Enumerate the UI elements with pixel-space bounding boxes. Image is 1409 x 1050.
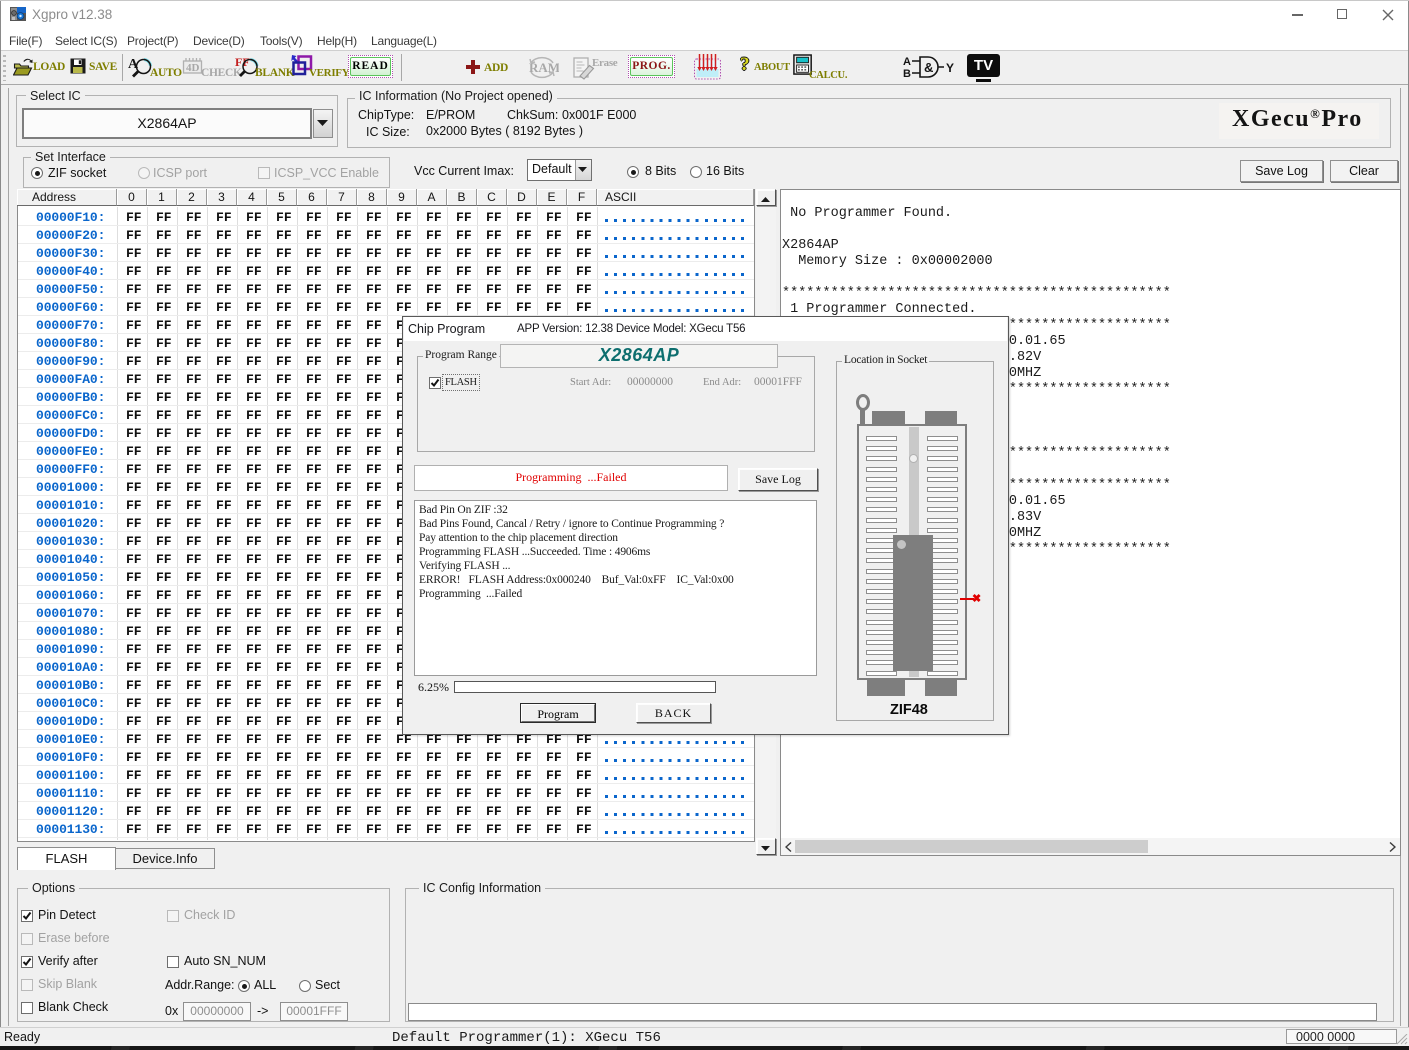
svg-text:A: A [903, 56, 911, 68]
svg-text:RAM: RAM [529, 60, 559, 75]
svg-text:&: & [924, 60, 933, 75]
svg-text:B: B [903, 68, 911, 80]
svg-text:4D: 4D [186, 62, 200, 74]
svg-text:Y: Y [946, 61, 954, 75]
